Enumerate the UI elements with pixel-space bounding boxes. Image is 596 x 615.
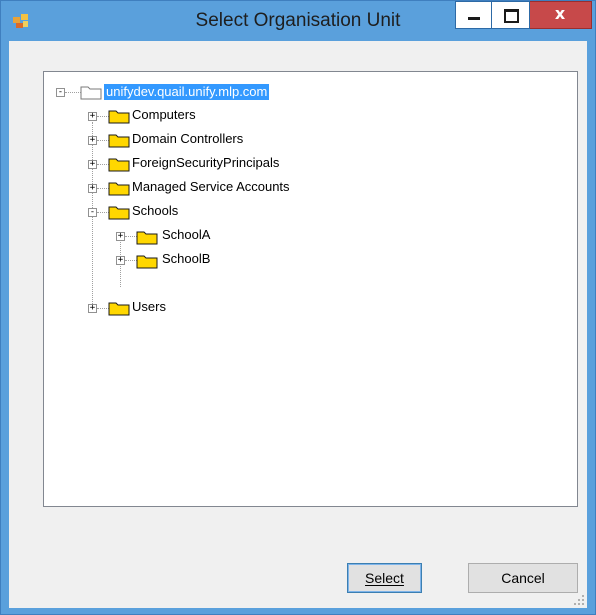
expand-icon[interactable]: + xyxy=(116,232,125,241)
resize-grip-icon[interactable] xyxy=(573,594,585,606)
collapse-icon[interactable]: - xyxy=(56,88,65,97)
tree-node-label: SchoolA xyxy=(162,227,211,242)
folder-icon xyxy=(108,158,130,172)
expand-icon[interactable]: + xyxy=(88,136,97,145)
folder-icon xyxy=(136,231,158,245)
close-icon: x xyxy=(554,4,566,23)
tree-line xyxy=(65,92,81,93)
select-button-label: Select xyxy=(365,570,404,586)
cancel-button-label: Cancel xyxy=(501,570,545,586)
folder-icon xyxy=(108,182,130,196)
tree-node-label: Computers xyxy=(132,107,196,122)
ou-tree-view[interactable]: - unifydev.quail.unify.mlp.com + Compute… xyxy=(43,71,578,507)
tree-node-label: unifydev.quail.unify.mlp.com xyxy=(104,84,270,100)
dialog-window: Select Organisation Unit x - unifydev.qu… xyxy=(0,0,596,615)
expand-icon[interactable]: + xyxy=(88,184,97,193)
tree-node-computers[interactable]: + Computers xyxy=(44,106,364,126)
folder-icon xyxy=(136,255,158,269)
tree-node-schools[interactable]: - Schools xyxy=(44,202,364,222)
folder-icon xyxy=(108,302,130,316)
minimize-button[interactable] xyxy=(455,1,492,29)
tree-node-users[interactable]: + Users xyxy=(44,298,364,318)
tree-node-schoolb[interactable]: + SchoolB xyxy=(44,250,364,270)
folder-icon xyxy=(108,110,130,124)
expand-icon[interactable]: + xyxy=(116,256,125,265)
folder-icon xyxy=(108,206,130,220)
select-button[interactable]: Select xyxy=(347,563,422,593)
maximize-button[interactable] xyxy=(492,1,530,29)
close-button[interactable]: x xyxy=(530,1,592,29)
collapse-icon[interactable]: - xyxy=(88,208,97,217)
tree-node-label: SchoolB xyxy=(162,251,211,266)
tree-node-domain-controllers[interactable]: + Domain Controllers xyxy=(44,130,364,150)
minimize-icon xyxy=(468,17,480,20)
tree-node-label: Users xyxy=(132,299,166,314)
expand-icon[interactable]: + xyxy=(88,160,97,169)
expand-icon[interactable]: + xyxy=(88,304,97,313)
maximize-icon xyxy=(504,9,519,23)
expand-icon[interactable]: + xyxy=(88,112,97,121)
dialog-client-area: - unifydev.quail.unify.mlp.com + Compute… xyxy=(9,41,587,608)
tree-node-foreign-security-principals[interactable]: + ForeignSecurityPrincipals xyxy=(44,154,364,174)
tree-node-label: ForeignSecurityPrincipals xyxy=(132,155,280,170)
tree-node-root[interactable]: - unifydev.quail.unify.mlp.com xyxy=(44,82,364,102)
folder-icon xyxy=(80,86,102,100)
tree-node-label: Domain Controllers xyxy=(132,131,244,146)
tree-node-managed-service-accounts[interactable]: + Managed Service Accounts xyxy=(44,178,364,198)
cancel-button[interactable]: Cancel xyxy=(468,563,578,593)
folder-icon xyxy=(108,134,130,148)
tree-node-label: Managed Service Accounts xyxy=(132,179,290,194)
tree-node-label: Schools xyxy=(132,203,179,218)
title-bar[interactable]: Select Organisation Unit x xyxy=(1,1,595,41)
tree-node-schoola[interactable]: + SchoolA xyxy=(44,226,364,246)
